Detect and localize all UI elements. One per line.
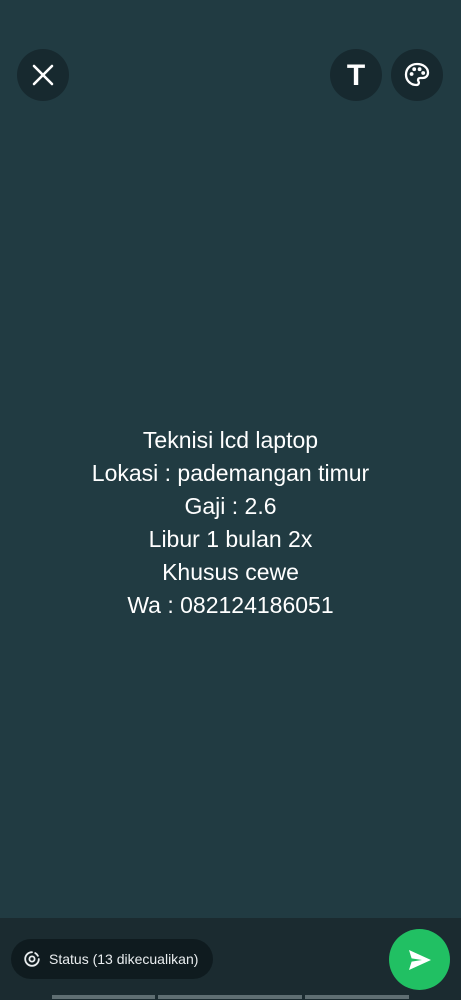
status-line: Lokasi : pademangan timur [91, 460, 370, 486]
background-color-button[interactable] [391, 49, 443, 101]
status-audience-label: Status (13 dikecualikan) [49, 951, 199, 967]
status-text-composer: T Teknisi lcd laptop Lokasi : pademangan… [0, 0, 461, 1000]
status-line: Wa : 082124186051 [127, 592, 334, 618]
page-indicator-segment [305, 995, 409, 999]
status-audience-button[interactable]: Status (13 dikecualikan) [11, 939, 214, 979]
status-line: Libur 1 bulan 2x [148, 526, 313, 552]
status-privacy-icon [24, 951, 40, 967]
close-icon [32, 64, 54, 86]
palette-icon [404, 62, 430, 87]
page-indicator-segment [52, 995, 155, 999]
status-line: Gaji : 2.6 [184, 493, 277, 519]
page-indicators [0, 995, 461, 1000]
status-message[interactable]: Teknisi lcd laptop Lokasi : pademangan t… [0, 424, 461, 622]
status-line: Teknisi lcd laptop [142, 427, 319, 453]
send-button[interactable] [389, 929, 450, 990]
close-button[interactable] [17, 49, 69, 101]
page-indicator-segment [158, 995, 302, 999]
status-line: Khusus cewe [162, 559, 299, 585]
text-style-button[interactable]: T [330, 49, 382, 101]
send-icon [408, 949, 431, 970]
text-tool-icon: T [346, 59, 366, 92]
